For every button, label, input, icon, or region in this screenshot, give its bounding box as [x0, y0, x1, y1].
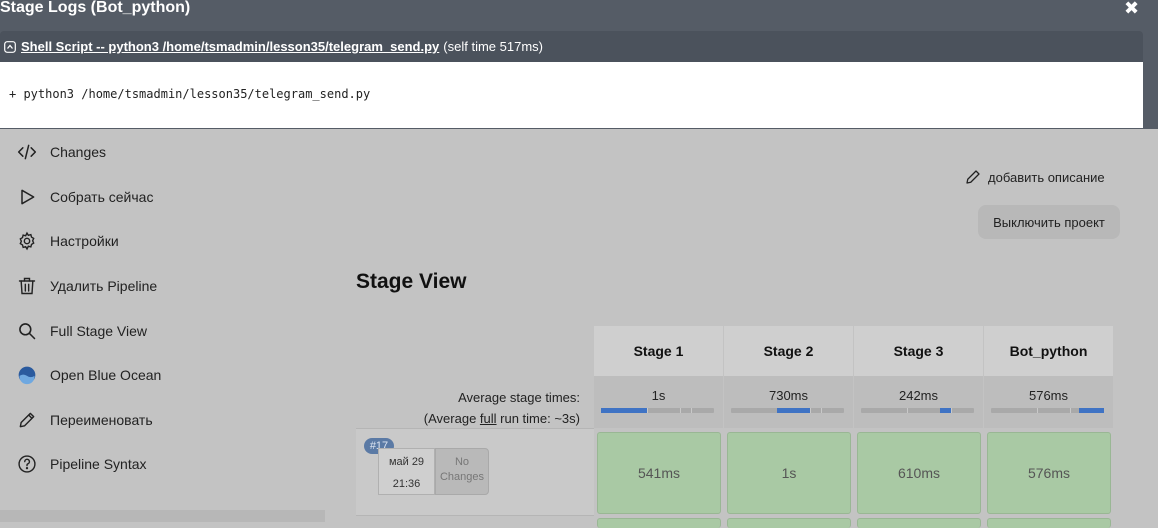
- stage-result-cell[interactable]: 610ms: [857, 432, 981, 514]
- bar-tick: [680, 408, 681, 413]
- search-icon: [16, 320, 38, 342]
- avg-line-2: (Average full run time: ~3s): [356, 408, 580, 429]
- sidebar-item-label: Pipeline Syntax: [50, 456, 147, 473]
- stage-result-cell[interactable]: [987, 518, 1111, 528]
- sidebar-item-delete-pipeline[interactable]: Удалить Pipeline: [0, 264, 330, 309]
- stage-time-bar: [861, 408, 974, 413]
- stage-header: Stage 1: [594, 326, 724, 376]
- avg-prefix: (Average: [423, 411, 480, 426]
- full-run-link[interactable]: full: [480, 411, 497, 426]
- stage-time-fill: [1079, 408, 1104, 413]
- avg-line-1: Average stage times:: [458, 390, 580, 405]
- stage-average-cell: 242ms: [854, 376, 984, 428]
- bar-tick: [647, 408, 648, 413]
- help-icon: [16, 453, 38, 475]
- modal-scrollbar[interactable]: [1146, 31, 1158, 128]
- stage-average-value: 1s: [651, 388, 666, 403]
- sidebar-bottom-panel: [0, 510, 325, 522]
- bar-tick: [821, 408, 822, 413]
- build-date: май 29 21:36: [378, 448, 435, 495]
- build-changes: No Changes: [435, 448, 489, 495]
- stage-time-bar: [991, 408, 1104, 413]
- blue-ocean-icon: [16, 364, 38, 386]
- stage-average-cell: 576ms: [984, 376, 1114, 428]
- bar-tick: [1070, 408, 1071, 413]
- console-output: + python3 /home/tsmadmin/lesson35/telegr…: [9, 87, 371, 101]
- sidebar-item-label: Open Blue Ocean: [50, 367, 162, 384]
- build-date-time: 21:36: [392, 478, 421, 490]
- code-icon: [16, 141, 38, 163]
- stage-average-value: 576ms: [1028, 388, 1069, 403]
- stage-header: Stage 3: [854, 326, 984, 376]
- sidebar-item-changes[interactable]: Changes: [0, 130, 330, 175]
- stage-average-row: 1s 730ms 242ms 576ms: [594, 376, 1114, 428]
- pencil-icon: [966, 170, 980, 184]
- next-build-stage-row: [594, 518, 1114, 528]
- stage-result-cell[interactable]: [857, 518, 981, 528]
- disable-project-button[interactable]: Выключить проект: [978, 205, 1120, 239]
- stage-header: Stage 2: [724, 326, 854, 376]
- step-self-time: (self time 517ms): [443, 39, 543, 54]
- add-description-link[interactable]: добавить описание: [964, 168, 1105, 186]
- sidebar-item-label: Собрать сейчас: [50, 188, 154, 205]
- sidebar-item-rename[interactable]: Переименовать: [0, 398, 330, 443]
- build-date-day: май 29: [388, 456, 425, 468]
- sidebar-item-pipeline-syntax[interactable]: Pipeline Syntax: [0, 442, 330, 487]
- stage-time-fill: [940, 408, 951, 413]
- trash-icon: [16, 275, 38, 297]
- bar-tick: [1037, 408, 1038, 413]
- stage-time-fill: [601, 408, 647, 413]
- log-output-panel: + python3 /home/tsmadmin/lesson35/telegr…: [0, 62, 1146, 128]
- bar-tick: [691, 408, 692, 413]
- sidebar-item-settings[interactable]: Настройки: [0, 219, 330, 264]
- bar-tick: [907, 408, 908, 413]
- add-description-label: добавить описание: [988, 169, 1105, 185]
- stage-header-row: Stage 1 Stage 2 Stage 3 Bot_python: [594, 326, 1114, 376]
- stage-average-value: 242ms: [898, 388, 939, 403]
- sidebar-item-open-blue-ocean[interactable]: Open Blue Ocean: [0, 353, 330, 398]
- stage-result-cell[interactable]: 576ms: [987, 432, 1111, 514]
- play-icon: [16, 186, 38, 208]
- stage-average-value: 730ms: [768, 388, 809, 403]
- sidebar-item-label: Переименовать: [50, 411, 153, 428]
- sidebar: Changes Собрать сейчас Настройки Удалить…: [0, 130, 330, 487]
- modal-title: Stage Logs (Bot_python): [0, 0, 191, 16]
- stage-result-cell[interactable]: 1s: [727, 432, 851, 514]
- stage-result-cell[interactable]: [727, 518, 851, 528]
- stage-time-bar: [601, 408, 714, 413]
- average-stage-times-label: Average stage times: (Average full run t…: [356, 387, 580, 429]
- stage-time-fill: [777, 408, 810, 413]
- build-stage-row: 541ms 1s 610ms 576ms: [594, 432, 1114, 514]
- stage-result-cell[interactable]: 541ms: [597, 432, 721, 514]
- stage-average-cell: 730ms: [724, 376, 854, 428]
- stage-time-bar: [731, 408, 844, 413]
- sidebar-item-full-stage-view[interactable]: Full Stage View: [0, 308, 330, 353]
- collapse-icon[interactable]: [4, 40, 16, 53]
- stage-view-title: Stage View: [356, 270, 467, 293]
- bar-tick: [810, 408, 811, 413]
- sidebar-item-label: Full Stage View: [50, 322, 148, 339]
- bar-tick: [951, 408, 952, 413]
- close-icon[interactable]: ✖: [1124, 0, 1139, 19]
- step-link[interactable]: Shell Script -- python3 /home/tsmadmin/l…: [21, 39, 439, 54]
- pencil-icon: [16, 409, 38, 431]
- stage-header: Bot_python: [984, 326, 1114, 376]
- avg-suffix: run time: ~3s): [496, 411, 580, 426]
- log-step-header[interactable]: Shell Script -- python3 /home/tsmadmin/l…: [0, 31, 1143, 62]
- gear-icon: [16, 230, 38, 252]
- sidebar-item-label: Changes: [50, 144, 107, 161]
- stage-average-cell: 1s: [594, 376, 724, 428]
- sidebar-item-label: Настройки: [50, 233, 119, 250]
- stage-table: Stage 1 Stage 2 Stage 3 Bot_python 1s 73…: [594, 326, 1114, 528]
- stage-result-cell[interactable]: [597, 518, 721, 528]
- sidebar-item-build-now[interactable]: Собрать сейчас: [0, 175, 330, 220]
- sidebar-item-label: Удалить Pipeline: [50, 278, 158, 295]
